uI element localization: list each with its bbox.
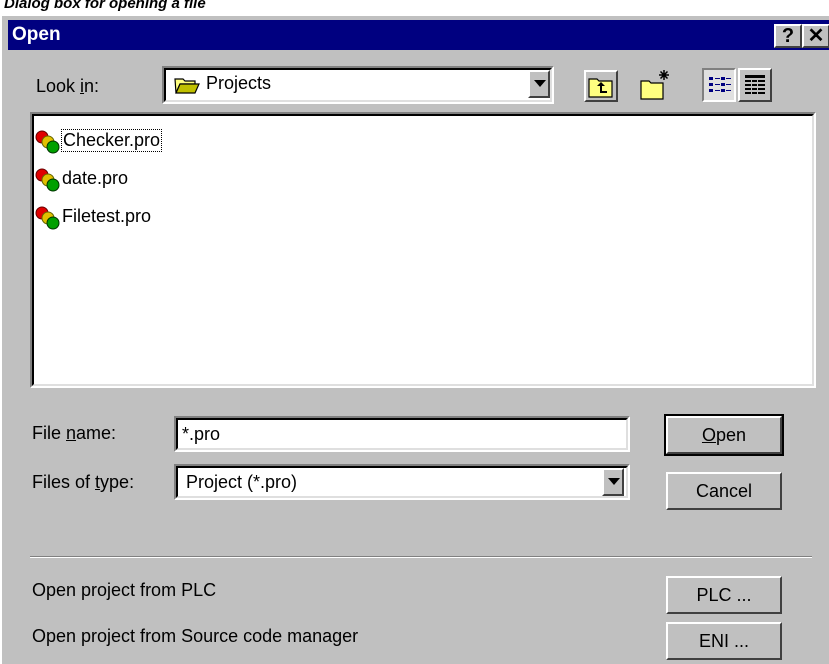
file-list[interactable]: Checker.pro date.pro Filetest.pro [30,112,816,388]
look-in-combo[interactable]: Projects [162,66,554,104]
separator [30,556,812,558]
cancel-button[interactable]: Cancel [666,472,782,510]
files-of-type-combo[interactable]: Project (*.pro) [174,464,630,500]
help-button[interactable]: ? [774,24,802,48]
look-in-value: Projects [206,73,272,93]
up-one-level-icon [588,78,613,98]
project-file-icon [35,206,60,230]
title-bar[interactable]: Open ? ✕ [8,20,829,50]
file-name-text: date.pro [62,168,129,188]
open-from-source-code-manager-label: Open project from Source code manager [32,626,359,646]
file-name-value: *.pro [182,424,221,444]
open-dialog: Open ? ✕ Look in: Projects Checker.pro d… [0,14,829,664]
look-in-dropdown-arrow[interactable] [528,70,550,98]
open-folder-icon [174,78,200,94]
open-from-plc-label: Open project from PLC [32,580,217,600]
project-file-icon [35,130,60,154]
list-view-icon [709,77,731,92]
files-of-type-label: Files of type: [32,472,135,492]
files-of-type-value: Project (*.pro) [186,472,298,492]
create-new-folder-icon [640,70,669,100]
plc-button[interactable]: PLC ... [666,576,782,614]
list-view-button[interactable] [702,68,736,102]
open-button[interactable]: Open [664,414,784,456]
create-new-folder-button[interactable] [638,68,674,102]
eni-button[interactable]: ENI ... [666,622,782,660]
project-file-icon [35,168,60,192]
files-of-type-dropdown-arrow[interactable] [602,468,624,496]
details-view-icon [745,75,765,94]
file-name-input[interactable]: *.pro [174,416,630,452]
window-title: Open [12,24,61,45]
details-view-button[interactable] [738,68,772,102]
figure-caption: Dialog box for opening a file [4,0,206,12]
close-button[interactable]: ✕ [802,24,829,48]
look-in-label: Look in: [36,76,100,96]
file-name-label: File name: [32,423,117,443]
up-one-level-button[interactable] [584,70,618,102]
file-name-text: Filetest.pro [62,206,152,226]
file-name-text: Checker.pro [60,129,163,152]
